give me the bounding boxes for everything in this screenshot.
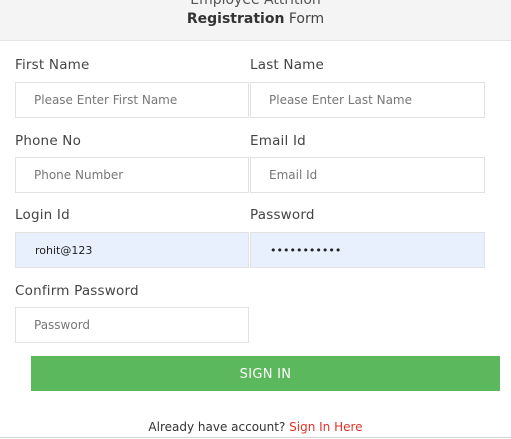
first-name-label: First Name <box>15 57 90 73</box>
account-prompt: Already have account? <box>148 420 290 434</box>
header-title-line1: Employee Attrition <box>190 0 321 8</box>
header-title-bold: Registration <box>186 11 285 27</box>
login-id-input[interactable] <box>15 232 249 268</box>
sign-in-here-link[interactable]: Sign In Here <box>289 420 362 434</box>
login-id-label: Login Id <box>15 207 70 223</box>
email-label: Email Id <box>250 133 306 149</box>
header-title-rest: Form <box>284 11 325 27</box>
sign-in-button[interactable]: SIGN IN <box>31 356 500 391</box>
confirm-password-label: Confirm Password <box>15 283 139 299</box>
form-header: Employee Attrition Registration Form <box>0 0 511 41</box>
email-input[interactable] <box>250 157 485 193</box>
last-name-input[interactable] <box>250 82 485 118</box>
footer: Already have account? Sign In Here <box>0 420 511 434</box>
confirm-password-input[interactable] <box>15 307 249 343</box>
bottom-divider <box>0 437 511 438</box>
password-label: Password <box>250 207 315 223</box>
phone-input[interactable] <box>15 157 249 193</box>
header-title-line2: Registration Form <box>0 10 511 28</box>
first-name-input[interactable] <box>15 82 249 118</box>
password-input[interactable] <box>250 232 485 268</box>
phone-label: Phone No <box>15 133 82 149</box>
last-name-label: Last Name <box>250 57 325 73</box>
